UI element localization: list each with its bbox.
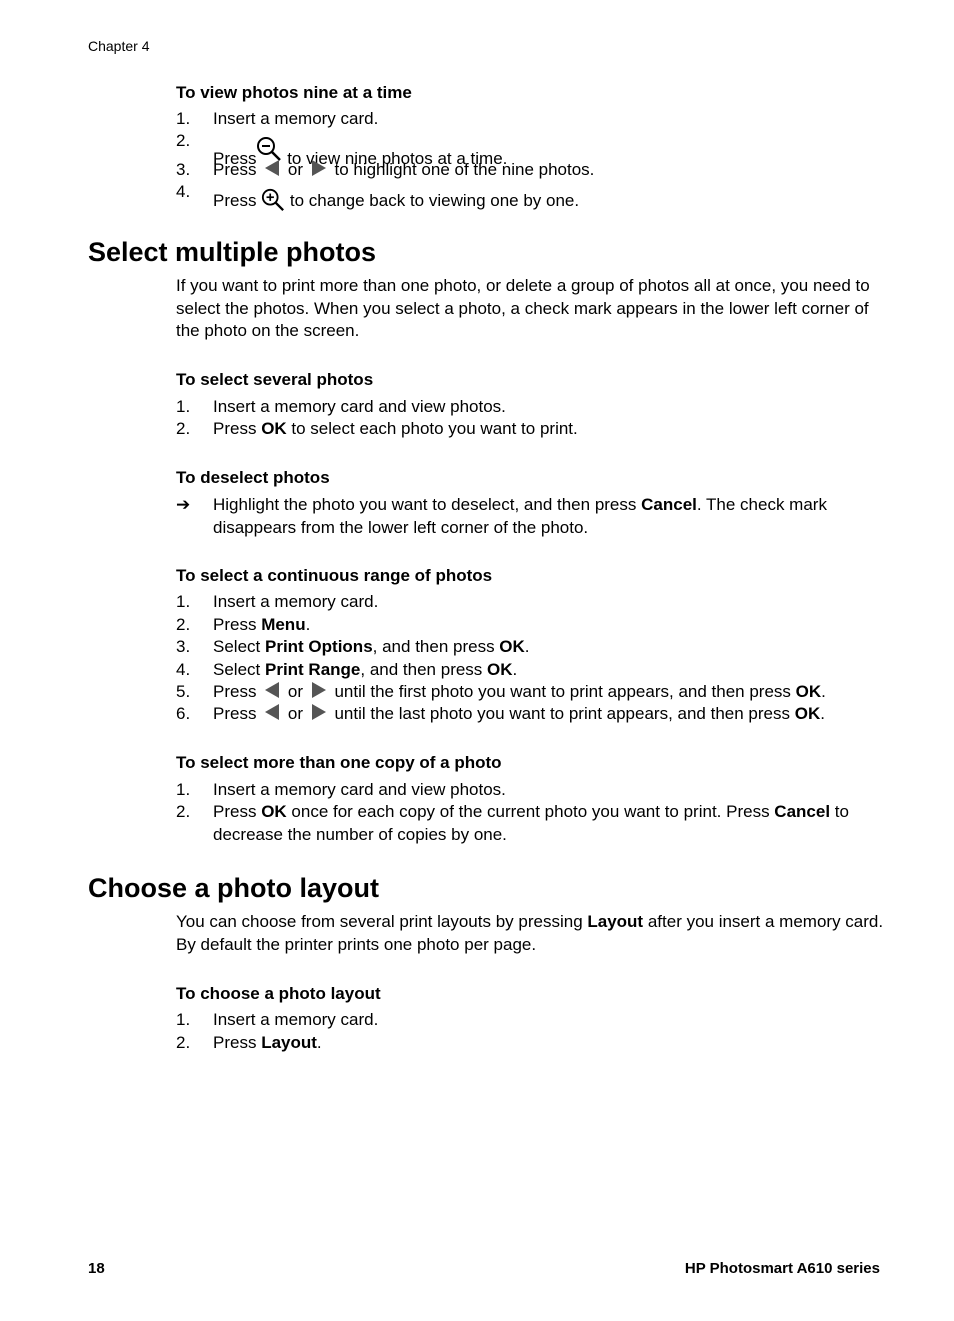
step-number: 1. <box>176 592 191 611</box>
list-item: 4. Press to change back to viewing one b… <box>176 182 580 211</box>
step-text: Insert a memory card. <box>213 109 379 128</box>
step-number: 3. <box>176 637 191 656</box>
step-text: Insert a memory card and view photos. <box>213 780 506 799</box>
list-item: 2. Press Menu. <box>176 614 888 636</box>
step-text: Insert a memory card. <box>213 1010 379 1029</box>
left-arrow-icon <box>265 682 280 698</box>
right-arrow-icon <box>311 704 326 720</box>
page-number: 18 <box>88 1260 105 1277</box>
list-item: 2. Press OK to select each photo you wan… <box>176 418 888 440</box>
step-number: 1. <box>176 109 191 128</box>
list-item: 3. Press or to highlight one of the nine… <box>176 159 888 181</box>
left-arrow-icon <box>265 704 280 720</box>
product-name: HP Photosmart A610 series <box>684 1260 880 1277</box>
intro-paragraph: You can choose from several print layout… <box>176 912 884 954</box>
list-item: 1. Insert a memory card. <box>176 591 888 613</box>
list-item: 1. Insert a memory card and view photos. <box>176 396 888 418</box>
step-number: 2. <box>176 802 191 821</box>
step-number: 4. <box>176 660 191 679</box>
zoom-in-icon <box>262 188 285 211</box>
heading-select-range: To select a continuous range of photos <box>176 566 493 585</box>
intro-paragraph: If you want to print more than one photo… <box>176 276 870 340</box>
list-item: ➔ Highlight the photo you want to desele… <box>176 495 827 537</box>
chapter-header: Chapter 4 <box>88 38 150 54</box>
step-number: 2. <box>176 131 191 150</box>
list-item: 2. Press to view nine photos at a time. <box>176 130 888 168</box>
heading-view-nine: To view photos nine at a time <box>176 83 412 102</box>
right-arrow-icon <box>311 160 326 176</box>
step-number: 2. <box>176 1033 191 1052</box>
heading-choose-layout: To choose a photo layout <box>176 984 381 1003</box>
step-text: Insert a memory card. <box>213 592 379 611</box>
list-item: 3. Select Print Options, and then press … <box>176 636 888 658</box>
list-item: 2. Press Layout. <box>176 1032 888 1054</box>
section-title-select-multiple: Select multiple photos <box>88 237 377 267</box>
arrow-bullet-icon: ➔ <box>176 495 191 514</box>
list-item: 2. Press OK once for each copy of the cu… <box>176 802 849 844</box>
step-number: 1. <box>176 397 191 416</box>
step-number: 1. <box>176 1010 191 1029</box>
step-text: Insert a memory card and view photos. <box>213 397 506 416</box>
section-title-choose-layout: Choose a photo layout <box>88 873 380 903</box>
heading-select-copies: To select more than one copy of a photo <box>176 753 502 772</box>
step-number: 1. <box>176 780 191 799</box>
list-item: 1. Insert a memory card. <box>176 108 888 130</box>
step-number: 2. <box>176 615 191 634</box>
step-number: 5. <box>176 682 191 701</box>
list-item: 5. Press or until the first photo you wa… <box>176 681 888 703</box>
list-item: 1. Insert a memory card and view photos. <box>176 779 888 801</box>
left-arrow-icon <box>265 160 280 176</box>
step-number: 3. <box>176 160 191 179</box>
list-item: 1. Insert a memory card. <box>176 1009 888 1031</box>
heading-deselect: To deselect photos <box>176 468 330 487</box>
list-item: 4. Select Print Range, and then press OK… <box>176 659 888 681</box>
list-item: 6. Press or until the last photo you wan… <box>176 703 888 725</box>
step-number: 6. <box>176 704 191 723</box>
right-arrow-icon <box>311 682 326 698</box>
step-number: 4. <box>176 182 191 201</box>
step-number: 2. <box>176 419 191 438</box>
heading-select-several: To select several photos <box>176 370 374 389</box>
